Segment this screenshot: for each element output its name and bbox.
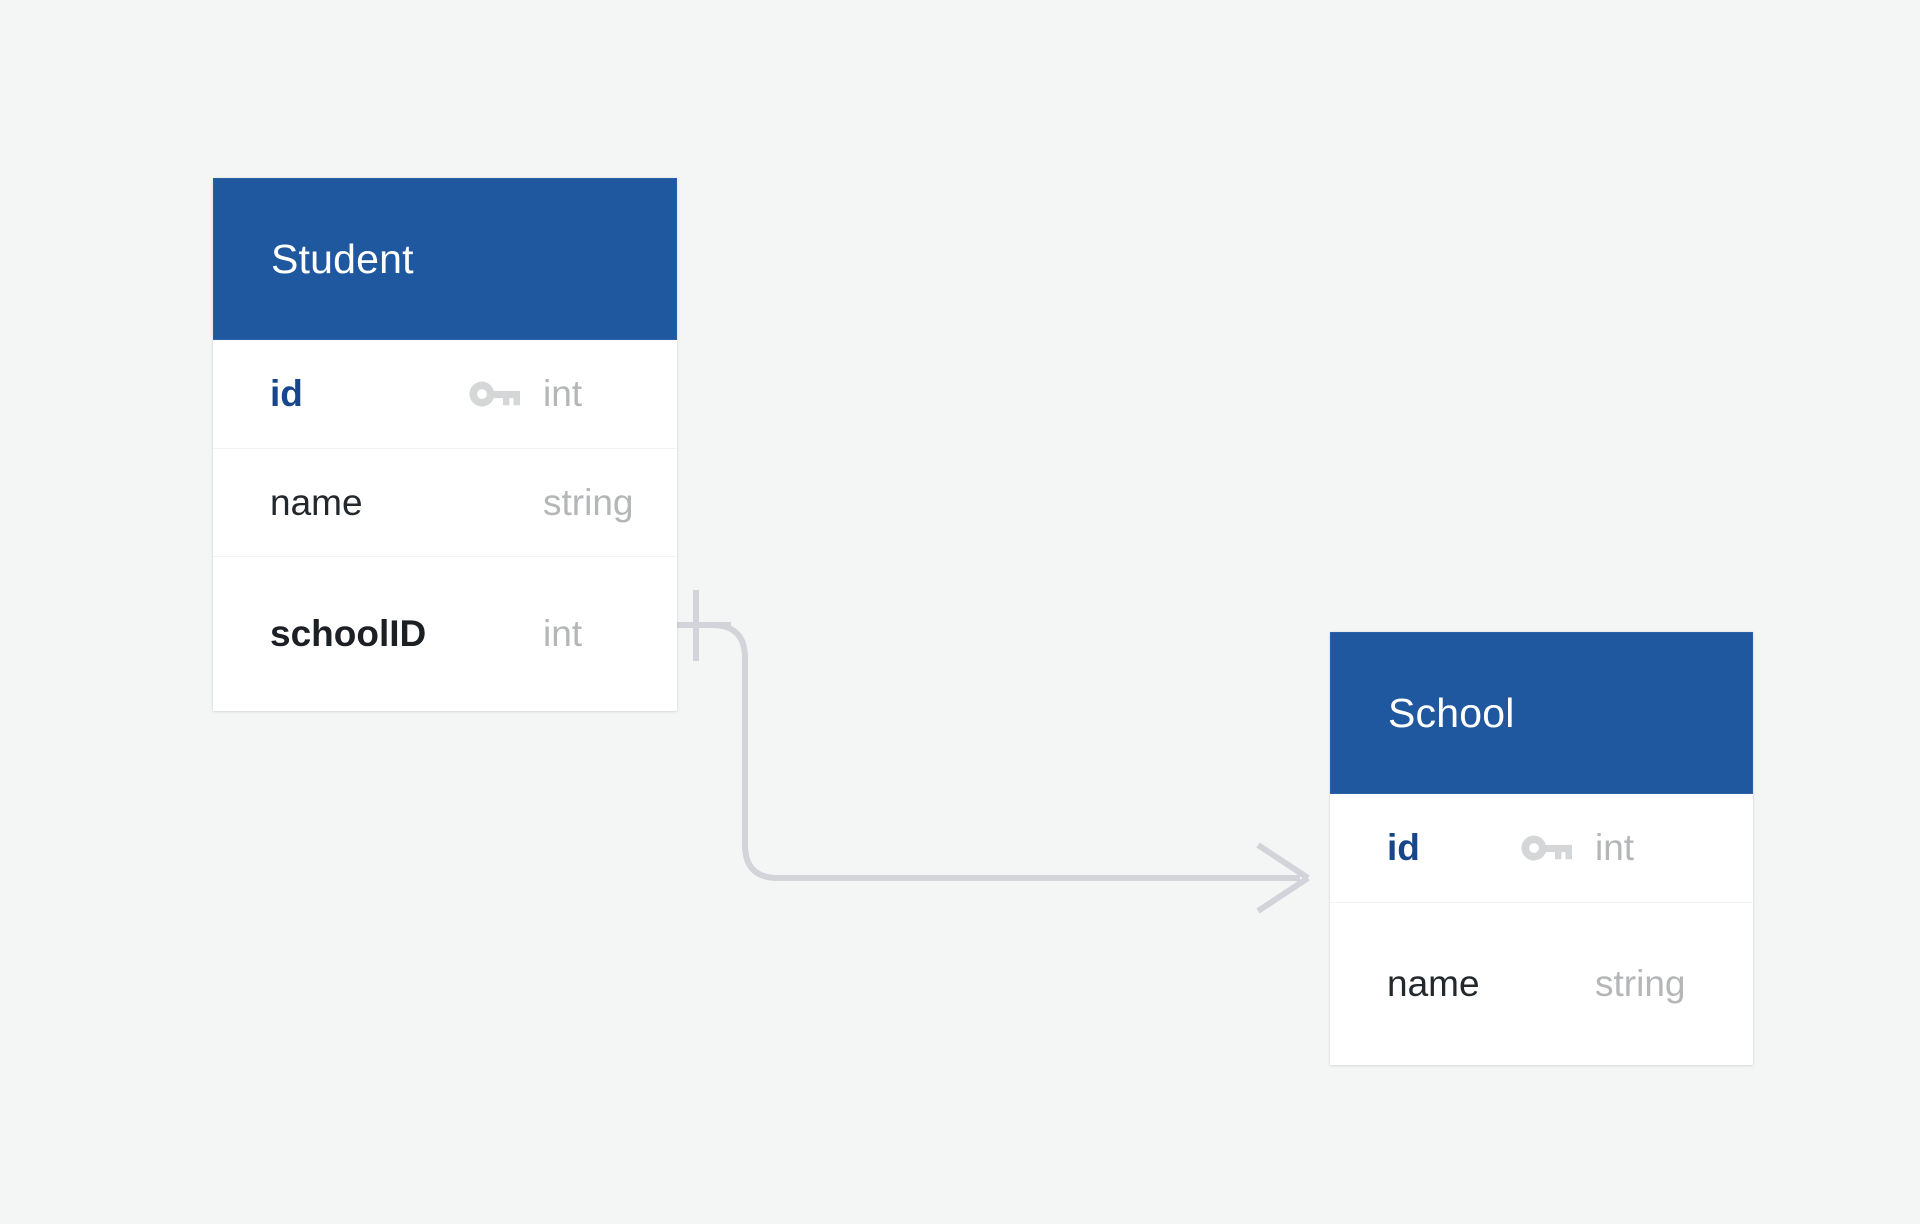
entity-body-student: id int name string schoolID int bbox=[213, 340, 677, 711]
attribute-type: string bbox=[1595, 963, 1705, 1005]
attribute-row[interactable]: schoolID int bbox=[213, 557, 677, 711]
entity-table-student[interactable]: Student id int name string schoolID bbox=[213, 178, 677, 711]
attribute-row[interactable]: name string bbox=[1330, 903, 1753, 1065]
key-icon bbox=[1517, 833, 1577, 863]
attribute-type: string bbox=[543, 482, 629, 524]
attribute-type: int bbox=[543, 613, 629, 655]
relationship-line bbox=[696, 625, 1300, 878]
attribute-name: name bbox=[270, 482, 363, 524]
attribute-name: schoolID bbox=[270, 613, 426, 655]
attribute-type: int bbox=[543, 373, 629, 415]
entity-table-school[interactable]: School id int name string bbox=[1330, 632, 1753, 1065]
entity-header-school[interactable]: School bbox=[1330, 632, 1753, 794]
attribute-name: id bbox=[1387, 827, 1420, 869]
attribute-row[interactable]: id int bbox=[213, 340, 677, 449]
key-icon bbox=[465, 379, 525, 409]
attribute-row[interactable]: id int bbox=[1330, 794, 1753, 903]
attribute-row[interactable]: name string bbox=[213, 449, 677, 557]
entity-body-school: id int name string bbox=[1330, 794, 1753, 1065]
er-diagram-canvas: Student id int name string schoolID bbox=[0, 0, 1920, 1224]
entity-header-student[interactable]: Student bbox=[213, 178, 677, 340]
attribute-name: name bbox=[1387, 963, 1480, 1005]
entity-title-school: School bbox=[1388, 690, 1515, 737]
attribute-name: id bbox=[270, 373, 303, 415]
crows-foot-icon bbox=[1258, 845, 1308, 911]
attribute-type: int bbox=[1595, 827, 1705, 869]
entity-title-student: Student bbox=[271, 236, 414, 283]
